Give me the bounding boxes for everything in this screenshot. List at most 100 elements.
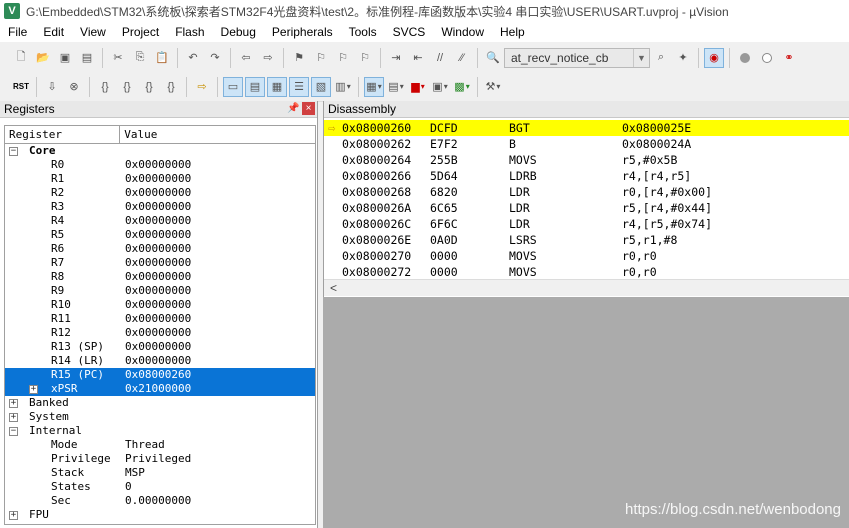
step-over-icon[interactable]: {} [117, 77, 137, 97]
disable-breakpoint-icon[interactable] [757, 48, 777, 68]
register-value[interactable]: 0 [125, 480, 132, 494]
redo-icon[interactable]: ↷ [205, 48, 225, 68]
run-to-cursor-icon[interactable]: {} [161, 77, 181, 97]
register-row-r15-pc[interactable]: R15 (PC) 0x08000260 [5, 368, 315, 382]
undo-icon[interactable]: ↶ [183, 48, 203, 68]
menu-svcs[interactable]: SVCS [385, 22, 434, 42]
tree-node-system[interactable]: + System [5, 410, 315, 424]
register-row-r6[interactable]: R6 0x00000000 [5, 242, 315, 256]
comment-icon[interactable]: // [430, 48, 450, 68]
incremental-find-icon[interactable]: ✦ [673, 48, 693, 68]
call-stack-icon[interactable]: ▧ [311, 76, 331, 97]
stop-icon[interactable]: ⊗ [64, 77, 84, 97]
indent-icon[interactable]: ⇥ [386, 48, 406, 68]
menu-help[interactable]: Help [492, 22, 533, 42]
register-value[interactable]: 0x00000000 [125, 326, 191, 340]
disassembly-row[interactable]: 0x0800026C 6F6C LDR r4,[r5,#0x74] [324, 216, 849, 232]
menu-project[interactable]: Project [114, 22, 167, 42]
register-row-r5[interactable]: R5 0x00000000 [5, 228, 315, 242]
nav-forward-icon[interactable]: ⇨ [258, 48, 278, 68]
debug-session-icon[interactable]: ◉ [704, 47, 724, 68]
symbols-window-icon[interactable]: ▦ [267, 76, 287, 97]
copy-icon[interactable]: ⎘ [130, 48, 150, 68]
tree-node-fpu[interactable]: + FPU [5, 508, 315, 522]
reset-icon[interactable]: RST [11, 77, 31, 97]
disassembly-row[interactable]: 0x0800026A 6C65 LDR r5,[r4,#0x44] [324, 200, 849, 216]
system-viewer-icon[interactable]: ▩ [452, 77, 472, 97]
kill-breakpoints-icon[interactable]: ⚭ [779, 48, 799, 68]
save-all-icon[interactable]: ▤ [77, 48, 97, 68]
bookmark-icon[interactable]: ⚑ [289, 48, 309, 68]
menu-window[interactable]: Window [433, 22, 492, 42]
internal-row-sec[interactable]: Sec 0.00000000 [5, 494, 315, 508]
menu-edit[interactable]: Edit [35, 22, 72, 42]
disassembly-listing[interactable]: ⇨ 0x08000260 DCFD BGT 0x0800025E 0x08000262 E7… [324, 120, 849, 280]
clear-bookmarks-icon[interactable]: ⚐ [355, 48, 375, 68]
horizontal-scrollbar[interactable]: < [324, 279, 849, 296]
register-row-r9[interactable]: R9 0x00000000 [5, 284, 315, 298]
toolbox-icon[interactable]: ⚒ [483, 77, 503, 97]
save-icon[interactable]: ▣ [55, 48, 75, 68]
column-register[interactable]: Register [5, 126, 121, 144]
register-value[interactable]: 0x00000000 [125, 228, 191, 242]
paste-icon[interactable]: 📋 [152, 48, 172, 68]
memory-windows-icon[interactable]: ▦ [364, 76, 384, 97]
register-row-r1[interactable]: R1 0x00000000 [5, 172, 315, 186]
register-value[interactable]: 0x00000000 [125, 200, 191, 214]
register-value[interactable]: 0x00000000 [125, 270, 191, 284]
register-row-r13-sp[interactable]: R13 (SP) 0x00000000 [5, 340, 315, 354]
pin-icon[interactable]: 📌 [287, 102, 299, 115]
internal-row-states[interactable]: States 0 [5, 480, 315, 494]
register-row-r11[interactable]: R11 0x00000000 [5, 312, 315, 326]
register-row-r10[interactable]: R10 0x00000000 [5, 298, 315, 312]
watch-windows-icon[interactable]: ▥ [333, 77, 353, 97]
menu-file[interactable]: File [0, 22, 35, 42]
scroll-left-icon[interactable]: < [330, 281, 337, 295]
menu-debug[interactable]: Debug [213, 22, 264, 42]
next-bookmark-icon[interactable]: ⚐ [333, 48, 353, 68]
register-row-r7[interactable]: R7 0x00000000 [5, 256, 315, 270]
step-out-icon[interactable]: {} [139, 77, 159, 97]
disassembly-row[interactable]: 0x08000272 0000 MOVS r0,r0 [324, 264, 849, 280]
register-value[interactable]: 0.00000000 [125, 494, 191, 508]
disassembly-row[interactable]: 0x08000266 5D64 LDRB r4,[r4,r5] [324, 168, 849, 184]
disassembly-row[interactable]: 0x08000268 6820 LDR r0,[r4,#0x00] [324, 184, 849, 200]
disassembly-row[interactable]: ⇨ 0x08000260 DCFD BGT 0x0800025E [324, 120, 849, 136]
register-value[interactable]: 0x08000260 [125, 368, 191, 382]
register-row-r14-lr[interactable]: R14 (LR) 0x00000000 [5, 354, 315, 368]
find-in-files-icon[interactable]: 🔍 [483, 48, 503, 68]
register-value[interactable]: 0x00000000 [125, 214, 191, 228]
disassembly-row[interactable]: 0x08000262 E7F2 B 0x0800024A [324, 136, 849, 152]
register-value[interactable]: 0x00000000 [125, 340, 191, 354]
register-value[interactable]: Thread [125, 438, 165, 452]
register-value[interactable]: 0x00000000 [125, 172, 191, 186]
expand-icon[interactable]: + [9, 399, 18, 408]
analysis-windows-icon[interactable]: ▆ [408, 77, 428, 97]
register-value[interactable]: 0x00000000 [125, 298, 191, 312]
register-row-r4[interactable]: R4 0x00000000 [5, 214, 315, 228]
register-value[interactable]: Privileged [125, 452, 191, 466]
uncomment-icon[interactable]: ⁄⁄ [452, 48, 472, 68]
unindent-icon[interactable]: ⇤ [408, 48, 428, 68]
find-icon[interactable]: ⌕ [651, 48, 671, 68]
register-row-r0[interactable]: R0 0x00000000 [5, 158, 315, 172]
collapse-icon[interactable]: − [9, 427, 18, 436]
breakpoint-icon[interactable] [735, 48, 755, 68]
menu-peripherals[interactable]: Peripherals [264, 22, 341, 42]
tree-node-banked[interactable]: + Banked [5, 396, 315, 410]
nav-back-icon[interactable]: ⇦ [236, 48, 256, 68]
register-value[interactable]: 0x00000000 [125, 312, 191, 326]
run-icon[interactable]: ⇩ [42, 77, 62, 97]
register-value[interactable]: 0x00000000 [125, 354, 191, 368]
menu-flash[interactable]: Flash [167, 22, 212, 42]
open-file-icon[interactable]: 📂 [33, 48, 53, 68]
register-value[interactable]: 0x21000000 [125, 382, 191, 396]
register-row-r12[interactable]: R12 0x00000000 [5, 326, 315, 340]
internal-row-privilege[interactable]: Privilege Privileged [5, 452, 315, 466]
column-value[interactable]: Value [120, 126, 315, 144]
serial-windows-icon[interactable]: ▤ [386, 77, 406, 97]
register-value[interactable]: 0x00000000 [125, 242, 191, 256]
menu-view[interactable]: View [72, 22, 114, 42]
register-row-r3[interactable]: R3 0x00000000 [5, 200, 315, 214]
disassembly-row[interactable]: 0x08000264 255B MOVS r5,#0x5B [324, 152, 849, 168]
